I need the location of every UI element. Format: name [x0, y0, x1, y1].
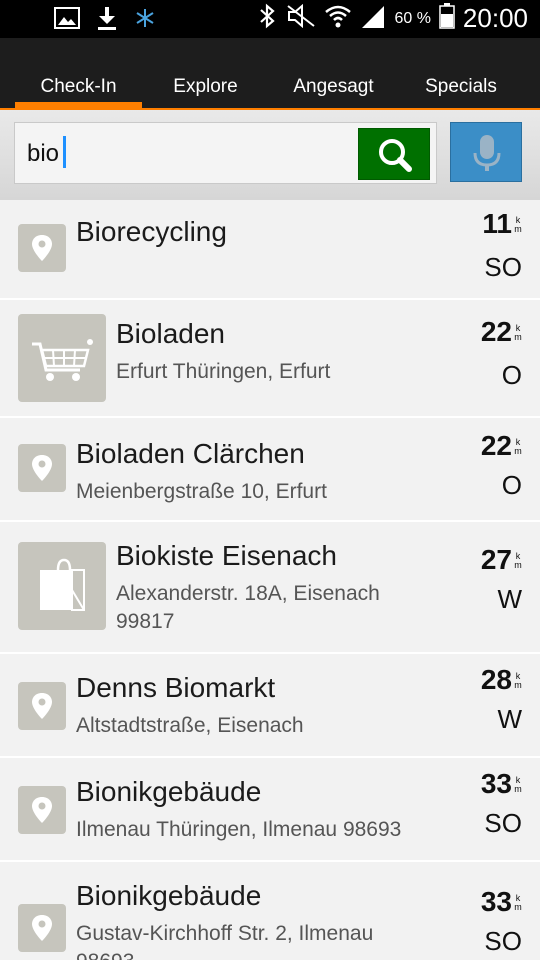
- status-bar: 60 % 20:00: [0, 0, 540, 38]
- search-icon: [379, 139, 412, 172]
- shopping-cart-icon: [18, 314, 106, 402]
- venue-name: Denns Biomarkt: [76, 672, 276, 703]
- list-item[interactable]: Bioladen Clärchen Meienbergstraße 10, Er…: [0, 418, 540, 522]
- notification-icons: [54, 6, 156, 35]
- unit-bottom: m: [514, 902, 522, 912]
- list-item[interactable]: Biorecycling 11 km SO: [0, 200, 540, 300]
- unit-bottom: m: [514, 784, 522, 794]
- map-pin-icon: [18, 224, 66, 272]
- tab-angesagt[interactable]: Angesagt: [270, 76, 397, 106]
- distance-unit: km: [514, 324, 522, 342]
- shopping-bag-icon: [18, 542, 106, 630]
- list-item[interactable]: Bionikgebäude Gustav-Kirchhoff Str. 2, I…: [0, 862, 540, 960]
- tab-bar: Check-In Explore Angesagt Specials: [0, 38, 540, 110]
- tab-specials[interactable]: Specials: [397, 76, 525, 106]
- venue-name: Bionikgebäude: [76, 880, 262, 911]
- results-list: Biorecycling 11 km SO Bioladen Erfurt Th…: [0, 200, 540, 960]
- mute-icon: [286, 3, 316, 33]
- wifi-icon: [324, 4, 352, 33]
- distance-value: 22: [480, 430, 512, 461]
- signal-icon: [360, 4, 386, 33]
- map-pin-icon: [18, 682, 66, 730]
- search-input[interactable]: bio: [14, 122, 437, 184]
- image-notification-icon: [54, 7, 80, 34]
- unit-bottom: m: [514, 680, 522, 690]
- list-item[interactable]: Bionikgebäude Ilmenau Thüringen, Ilmenau…: [0, 758, 540, 862]
- tab-explore[interactable]: Explore: [142, 76, 269, 106]
- distance-value: 22: [480, 316, 512, 347]
- search-input-text: bio: [27, 140, 60, 167]
- venue-address: Altstadtstraße, Eisenach: [76, 714, 304, 737]
- direction: SO: [484, 926, 522, 956]
- distance-value: 11: [482, 208, 512, 239]
- map-pin-icon: [18, 786, 66, 834]
- distance-value: 27: [480, 544, 512, 575]
- unit-bottom: m: [514, 446, 522, 456]
- map-pin-icon: [18, 444, 66, 492]
- text-cursor: [63, 136, 66, 168]
- distance-value: 33: [480, 768, 512, 799]
- venue-address: Ilmenau Thüringen, Ilmenau 98693: [76, 818, 402, 841]
- venue-name: Bionikgebäude: [76, 776, 262, 807]
- list-item[interactable]: Denns Biomarkt Altstadtstraße, Eisenach …: [0, 654, 540, 758]
- bluetooth-icon: [256, 3, 278, 34]
- venue-name: Bioladen Clärchen: [76, 438, 305, 469]
- search-button[interactable]: [358, 128, 430, 180]
- download-icon: [96, 6, 118, 35]
- sync-icon: [134, 7, 156, 34]
- unit-bottom: m: [514, 560, 522, 570]
- distance-unit: km: [514, 776, 522, 794]
- direction: W: [497, 704, 522, 734]
- venue-name: Biorecycling: [76, 216, 227, 247]
- distance-value: 28: [480, 664, 512, 695]
- search-bar: bio: [0, 110, 540, 200]
- unit-bottom: m: [514, 224, 522, 234]
- venue-address: Gustav-Kirchhoff Str. 2, Ilmenau 98693: [76, 922, 374, 960]
- distance-unit: km: [514, 438, 522, 456]
- distance-unit: km: [514, 552, 522, 570]
- system-icons: 60 % 20:00: [256, 3, 528, 34]
- map-pin-icon: [18, 904, 66, 952]
- direction: SO: [484, 808, 522, 838]
- direction: O: [501, 470, 522, 500]
- distance-unit: km: [514, 894, 522, 912]
- battery-icon: [439, 3, 455, 34]
- direction: W: [497, 584, 522, 614]
- venue-name: Biokiste Eisenach: [116, 540, 338, 571]
- list-item[interactable]: Biokiste Eisenach Alexanderstr. 18A, Eis…: [0, 522, 540, 654]
- venue-address: Meienbergstraße 10, Erfurt: [76, 480, 327, 503]
- venue-address: Alexanderstr. 18A, Eisenach 99817: [116, 582, 380, 633]
- battery-percent: 60 %: [394, 9, 431, 27]
- distance-value: 33: [480, 886, 512, 917]
- microphone-icon: [473, 135, 501, 171]
- distance-unit: km: [514, 672, 522, 690]
- venue-name: Bioladen: [116, 318, 225, 349]
- distance-unit: km: [514, 216, 522, 234]
- list-item[interactable]: Bioladen Erfurt Thüringen, Erfurt 22 km …: [0, 300, 540, 418]
- clock: 20:00: [462, 3, 528, 33]
- direction: SO: [484, 252, 522, 282]
- unit-bottom: m: [514, 332, 522, 342]
- voice-search-button[interactable]: [450, 122, 522, 182]
- venue-address: Erfurt Thüringen, Erfurt: [116, 360, 331, 383]
- direction: O: [501, 360, 522, 390]
